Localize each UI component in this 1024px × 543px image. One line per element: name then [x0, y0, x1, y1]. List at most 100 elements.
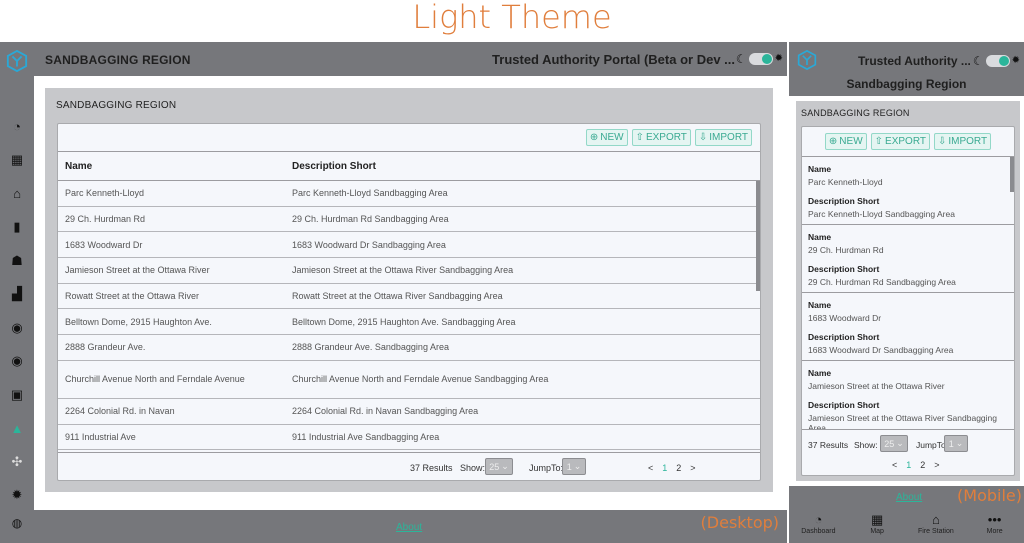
sidebar-item-facility[interactable]: ▣ [0, 378, 34, 412]
sidebar-item-fuel[interactable]: ▮ [0, 211, 34, 245]
theme-toggle[interactable]: ☾ ✹ [973, 55, 1020, 67]
theme-toggle[interactable]: ☾ ✹ [736, 53, 783, 65]
import-button[interactable]: ⇩ IMPORT [694, 129, 752, 146]
import-button[interactable]: ⇩ IMPORT [933, 133, 992, 150]
fire-station-icon: ⌂ [13, 186, 21, 202]
table-row[interactable]: Jamieson Street at the Ottawa River Jamie… [58, 258, 760, 284]
next-page[interactable]: > [690, 463, 695, 473]
speedometer-icon: ◔ [814, 512, 823, 527]
water-drop-icon: ◉ [11, 319, 23, 335]
app-logo-icon[interactable] [6, 50, 28, 72]
cell-description: Parc Kenneth-Lloyd Sandbagging Area [292, 188, 448, 199]
table-toolbar: ⊕ NEW ⇧ EXPORT ⇩ IMPORT [802, 127, 1014, 157]
list-footer: 37 Results Show: 25 ⌄ JumpTo: 1 ⌄ < 1 2 > [802, 429, 1014, 475]
table-row[interactable]: Churchill Avenue North and Ferndale Aven… [58, 361, 760, 399]
field-value-description: 1683 Woodward Dr Sandbagging Area [808, 345, 954, 355]
jumpto-select[interactable]: 1 ⌄ [944, 435, 968, 452]
cell-description: 29 Ch. Hurdman Rd Sandbagging Area [292, 214, 449, 225]
table-row[interactable]: 2264 Colonial Rd. in Navan 2264 Colonial … [58, 399, 760, 425]
table-row[interactable]: 1683 Woodward Dr 1683 Woodward Dr Sandbag… [58, 232, 760, 259]
sidebar-item-map[interactable]: ▦ [0, 144, 34, 178]
cell-name: 1683 Woodward Dr [65, 239, 143, 250]
list-item[interactable]: Name Jamieson Street at the Ottawa River D… [802, 361, 1014, 429]
table-row[interactable]: 29 Ch. Hurdman Rd 29 Ch. Hurdman Rd Sandb… [58, 207, 760, 233]
page-2[interactable]: 2 [920, 460, 925, 470]
column-header-description[interactable]: Description Short [292, 161, 760, 172]
scrollbar[interactable] [756, 181, 760, 291]
list-item[interactable]: Name 29 Ch. Hurdman Rd Description Short 29… [802, 225, 1014, 293]
pagination: < 1 2 > [648, 463, 696, 473]
new-button[interactable]: ⊕ NEW [585, 129, 628, 146]
plus-circle-icon: ⊕ [828, 136, 838, 147]
jumpto-value: 1 [948, 438, 954, 449]
app-logo-icon[interactable] [797, 50, 817, 70]
sidebar-item-fire-station[interactable]: ⌂ [0, 177, 34, 211]
card-title: SANDBAGGING REGION [56, 100, 177, 111]
cell-name: Parc Kenneth-Lloyd [65, 188, 145, 199]
page-size-select[interactable]: 25 ⌄ [880, 435, 908, 452]
sidebar-item-dashboard[interactable]: ◔ [0, 110, 34, 144]
field-value-name: Parc Kenneth-Lloyd [808, 177, 883, 187]
page-1[interactable]: 1 [662, 463, 667, 473]
building-icon: ▣ [10, 386, 24, 402]
desktop-annotation: (Desktop) [700, 513, 779, 532]
more-dots-icon: ••• [987, 512, 1002, 527]
import-button-label: IMPORT [709, 132, 748, 143]
plus-circle-icon: ⊕ [589, 132, 599, 143]
page-2[interactable]: 2 [676, 463, 681, 473]
sidebar-item-view[interactable]: ◉ [0, 345, 34, 379]
jumpto-value: 1 [566, 461, 572, 472]
nav-label: More [986, 528, 1003, 535]
table-header: Name Description Short [58, 152, 760, 181]
field-label-name: Name [808, 300, 832, 310]
pagination: < 1 2 > [892, 460, 940, 470]
download-icon: ⇩ [937, 136, 947, 147]
nav-item-map[interactable]: ▦ Map [848, 512, 906, 535]
chevron-down-icon: ⌄ [573, 461, 582, 471]
sidebar-item-people[interactable]: ☗ [0, 244, 34, 278]
sun-icon: ✹ [1011, 55, 1020, 66]
export-button[interactable]: ⇧ EXPORT [631, 129, 691, 146]
toggle-switch[interactable] [985, 55, 1010, 67]
scrollbar[interactable] [1010, 157, 1014, 192]
table-row[interactable]: 911 Industrial Ave 911 Industrial Ave San… [58, 425, 760, 451]
user-circle-icon[interactable]: ◍ [0, 512, 34, 534]
sidebar-item-water[interactable]: ◉ [0, 311, 34, 345]
mobile-view: Trusted Authority ... ☾ ✹ Sandbagging Re… [789, 42, 1024, 543]
prev-page[interactable]: < [892, 460, 897, 470]
nav-label: Map [870, 528, 884, 535]
page-1[interactable]: 1 [906, 460, 911, 470]
next-page[interactable]: > [934, 460, 939, 470]
sidebar-item-city[interactable]: ▟ [0, 278, 34, 312]
export-button[interactable]: ⇧ EXPORT [870, 133, 930, 150]
page-size-value: 25 [489, 461, 500, 472]
cell-name: Jamieson Street at the Ottawa River [65, 265, 210, 276]
list-item[interactable]: Name Parc Kenneth-Lloyd Description Short P… [802, 157, 1014, 225]
download-icon: ⇩ [698, 132, 708, 143]
table-row[interactable]: Belltown Dome, 2915 Haughton Ave. Belltow… [58, 309, 760, 336]
sidebar-item-settings[interactable]: ✹ [0, 479, 34, 513]
mobile-bottom-bar: About (Mobile) ◔ Dashboard ▦ Map ⌂ Fire Stati… [789, 486, 1024, 543]
footer: About (Desktop) [34, 510, 787, 543]
nav-item-more[interactable]: ••• More [966, 512, 1024, 535]
column-header-name[interactable]: Name [58, 161, 292, 172]
list-item[interactable]: Name 1683 Woodward Dr Description Short 168… [802, 293, 1014, 361]
jumpto-select[interactable]: 1 ⌄ [562, 458, 586, 475]
nav-item-dashboard[interactable]: ◔ Dashboard [789, 512, 847, 535]
cell-description: Jamieson Street at the Ottawa River Sand… [292, 265, 514, 276]
card-list: Name Parc Kenneth-Lloyd Description Short P… [802, 157, 1014, 429]
sidebar-item-sandbagging[interactable]: ▲ [0, 412, 34, 446]
new-button[interactable]: ⊕ NEW [824, 133, 867, 150]
prev-page[interactable]: < [648, 463, 653, 473]
page-size-select[interactable]: 25 ⌄ [485, 458, 513, 475]
table-row[interactable]: Rowatt Street at the Ottawa River Rowatt … [58, 284, 760, 310]
nav-item-fire-station[interactable]: ⌂ Fire Station [907, 512, 965, 535]
table-row[interactable]: Parc Kenneth-Lloyd Parc Kenneth-Lloyd San… [58, 181, 760, 207]
sidebar-nav: ◔ ▦ ⌂ ▮ ☗ ▟ ◉ ◉ ▣ ▲ ✣ ✹ [0, 110, 34, 512]
sidebar-item-network[interactable]: ✣ [0, 445, 34, 479]
toggle-switch[interactable] [748, 53, 773, 65]
about-link[interactable]: About [896, 492, 922, 503]
cell-description: 911 Industrial Ave Sandbagging Area [292, 431, 440, 442]
table-row[interactable]: 2888 Grandeur Ave. 2888 Grandeur Ave. San… [58, 335, 760, 361]
about-link[interactable]: About [396, 522, 422, 533]
